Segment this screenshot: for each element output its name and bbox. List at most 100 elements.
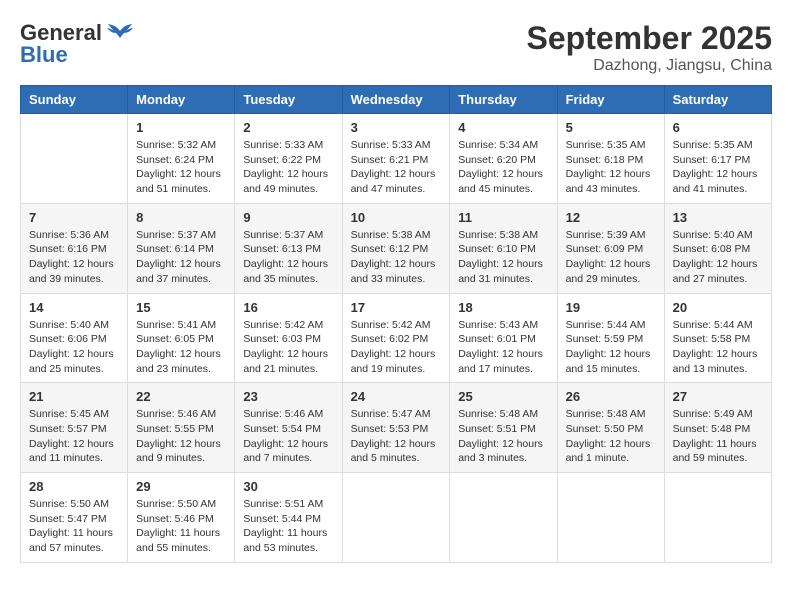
calendar-week-row: 14 Sunrise: 5:40 AMSunset: 6:06 PMDayligh…	[21, 293, 772, 383]
day-info: Sunrise: 5:37 AMSunset: 6:13 PMDaylight:…	[243, 228, 333, 287]
day-number: 11	[458, 210, 548, 225]
day-number: 9	[243, 210, 333, 225]
calendar-week-row: 21 Sunrise: 5:45 AMSunset: 5:57 PMDayligh…	[21, 383, 772, 473]
day-info: Sunrise: 5:44 AMSunset: 5:59 PMDaylight:…	[566, 318, 656, 377]
day-info: Sunrise: 5:44 AMSunset: 5:58 PMDaylight:…	[673, 318, 763, 377]
table-row: 29 Sunrise: 5:50 AMSunset: 5:46 PMDayligh…	[128, 473, 235, 563]
day-number: 15	[136, 300, 226, 315]
logo: General Blue	[20, 20, 134, 68]
table-row: 11 Sunrise: 5:38 AMSunset: 6:10 PMDayligh…	[450, 203, 557, 293]
day-info: Sunrise: 5:42 AMSunset: 6:02 PMDaylight:…	[351, 318, 442, 377]
day-number: 6	[673, 120, 763, 135]
table-row: 4Sunrise: 5:34 AMSunset: 6:20 PMDaylight…	[450, 114, 557, 204]
table-row: 20 Sunrise: 5:44 AMSunset: 5:58 PMDayligh…	[664, 293, 771, 383]
day-number: 1	[136, 120, 226, 135]
day-number: 17	[351, 300, 442, 315]
day-info: Sunrise: 5:49 AMSunset: 5:48 PMDaylight:…	[673, 407, 763, 466]
table-row: 17 Sunrise: 5:42 AMSunset: 6:02 PMDayligh…	[342, 293, 450, 383]
day-info: Sunrise: 5:38 AMSunset: 6:12 PMDaylight:…	[351, 228, 442, 287]
day-info: Sunrise: 5:39 AMSunset: 6:09 PMDaylight:…	[566, 228, 656, 287]
day-info: Sunrise: 5:35 AMSunset: 6:18 PMDaylight:…	[566, 138, 656, 197]
table-row: 19 Sunrise: 5:44 AMSunset: 5:59 PMDayligh…	[557, 293, 664, 383]
day-info: Sunrise: 5:34 AMSunset: 6:20 PMDaylight:…	[458, 138, 548, 197]
day-number: 27	[673, 389, 763, 404]
table-row	[21, 114, 128, 204]
day-number: 8	[136, 210, 226, 225]
day-number: 14	[29, 300, 119, 315]
title-area: September 2025 Dazhong, Jiangsu, China	[527, 20, 772, 75]
table-row	[557, 473, 664, 563]
table-row: 22 Sunrise: 5:46 AMSunset: 5:55 PMDayligh…	[128, 383, 235, 473]
table-row: 14 Sunrise: 5:40 AMSunset: 6:06 PMDayligh…	[21, 293, 128, 383]
header-tuesday: Tuesday	[235, 86, 342, 114]
table-row: 21 Sunrise: 5:45 AMSunset: 5:57 PMDayligh…	[21, 383, 128, 473]
table-row: 5 Sunrise: 5:35 AMSunset: 6:18 PMDaylight…	[557, 114, 664, 204]
day-info: Sunrise: 5:50 AMSunset: 5:46 PMDaylight:…	[136, 497, 226, 556]
day-info: Sunrise: 5:50 AMSunset: 5:47 PMDaylight:…	[29, 497, 119, 556]
table-row: 18Sunrise: 5:43 AMSunset: 6:01 PMDayligh…	[450, 293, 557, 383]
day-info: Sunrise: 5:40 AMSunset: 6:06 PMDaylight:…	[29, 318, 119, 377]
logo-bird-icon	[106, 23, 134, 43]
month-title: September 2025	[527, 20, 772, 57]
page-header: General Blue September 2025 Dazhong, Jia…	[20, 20, 772, 75]
table-row: 1 Sunrise: 5:32 AMSunset: 6:24 PMDaylight…	[128, 114, 235, 204]
day-info: Sunrise: 5:33 AMSunset: 6:22 PMDaylight:…	[243, 138, 333, 197]
day-number: 22	[136, 389, 226, 404]
day-number: 21	[29, 389, 119, 404]
table-row: 12Sunrise: 5:39 AMSunset: 6:09 PMDayligh…	[557, 203, 664, 293]
table-row: 15 Sunrise: 5:41 AMSunset: 6:05 PMDayligh…	[128, 293, 235, 383]
day-info: Sunrise: 5:45 AMSunset: 5:57 PMDaylight:…	[29, 407, 119, 466]
day-info: Sunrise: 5:37 AMSunset: 6:14 PMDaylight:…	[136, 228, 226, 287]
table-row: 23 Sunrise: 5:46 AMSunset: 5:54 PMDayligh…	[235, 383, 342, 473]
day-number: 25	[458, 389, 548, 404]
header-sunday: Sunday	[21, 86, 128, 114]
day-info: Sunrise: 5:32 AMSunset: 6:24 PMDaylight:…	[136, 138, 226, 197]
day-number: 28	[29, 479, 119, 494]
calendar-header-row: Sunday Monday Tuesday Wednesday Thursday…	[21, 86, 772, 114]
calendar-week-row: 1 Sunrise: 5:32 AMSunset: 6:24 PMDaylight…	[21, 114, 772, 204]
table-row: 2 Sunrise: 5:33 AMSunset: 6:22 PMDaylight…	[235, 114, 342, 204]
table-row: 30Sunrise: 5:51 AMSunset: 5:44 PMDayligh…	[235, 473, 342, 563]
day-number: 30	[243, 479, 333, 494]
day-info: Sunrise: 5:46 AMSunset: 5:55 PMDaylight:…	[136, 407, 226, 466]
day-info: Sunrise: 5:43 AMSunset: 6:01 PMDaylight:…	[458, 318, 548, 377]
table-row: 16 Sunrise: 5:42 AMSunset: 6:03 PMDayligh…	[235, 293, 342, 383]
header-saturday: Saturday	[664, 86, 771, 114]
table-row: 6Sunrise: 5:35 AMSunset: 6:17 PMDaylight…	[664, 114, 771, 204]
table-row	[342, 473, 450, 563]
day-number: 29	[136, 479, 226, 494]
day-number: 24	[351, 389, 442, 404]
day-info: Sunrise: 5:47 AMSunset: 5:53 PMDaylight:…	[351, 407, 442, 466]
day-number: 3	[351, 120, 442, 135]
day-info: Sunrise: 5:48 AMSunset: 5:51 PMDaylight:…	[458, 407, 548, 466]
day-number: 20	[673, 300, 763, 315]
day-info: Sunrise: 5:48 AMSunset: 5:50 PMDaylight:…	[566, 407, 656, 466]
table-row: 8 Sunrise: 5:37 AMSunset: 6:14 PMDaylight…	[128, 203, 235, 293]
table-row: 9 Sunrise: 5:37 AMSunset: 6:13 PMDaylight…	[235, 203, 342, 293]
table-row	[664, 473, 771, 563]
table-row: 25 Sunrise: 5:48 AMSunset: 5:51 PMDayligh…	[450, 383, 557, 473]
day-info: Sunrise: 5:33 AMSunset: 6:21 PMDaylight:…	[351, 138, 442, 197]
day-info: Sunrise: 5:41 AMSunset: 6:05 PMDaylight:…	[136, 318, 226, 377]
day-number: 26	[566, 389, 656, 404]
day-number: 16	[243, 300, 333, 315]
day-info: Sunrise: 5:46 AMSunset: 5:54 PMDaylight:…	[243, 407, 333, 466]
calendar-week-row: 7Sunrise: 5:36 AMSunset: 6:16 PMDaylight…	[21, 203, 772, 293]
day-number: 23	[243, 389, 333, 404]
table-row: 24 Sunrise: 5:47 AMSunset: 5:53 PMDayligh…	[342, 383, 450, 473]
day-info: Sunrise: 5:38 AMSunset: 6:10 PMDaylight:…	[458, 228, 548, 287]
day-number: 2	[243, 120, 333, 135]
header-wednesday: Wednesday	[342, 86, 450, 114]
calendar-week-row: 28 Sunrise: 5:50 AMSunset: 5:47 PMDayligh…	[21, 473, 772, 563]
table-row: 27 Sunrise: 5:49 AMSunset: 5:48 PMDayligh…	[664, 383, 771, 473]
day-info: Sunrise: 5:42 AMSunset: 6:03 PMDaylight:…	[243, 318, 333, 377]
day-number: 19	[566, 300, 656, 315]
day-info: Sunrise: 5:36 AMSunset: 6:16 PMDaylight:…	[29, 228, 119, 287]
day-number: 5	[566, 120, 656, 135]
table-row: 28 Sunrise: 5:50 AMSunset: 5:47 PMDayligh…	[21, 473, 128, 563]
header-monday: Monday	[128, 86, 235, 114]
table-row: 10Sunrise: 5:38 AMSunset: 6:12 PMDayligh…	[342, 203, 450, 293]
day-number: 13	[673, 210, 763, 225]
header-thursday: Thursday	[450, 86, 557, 114]
table-row: 3 Sunrise: 5:33 AMSunset: 6:21 PMDaylight…	[342, 114, 450, 204]
